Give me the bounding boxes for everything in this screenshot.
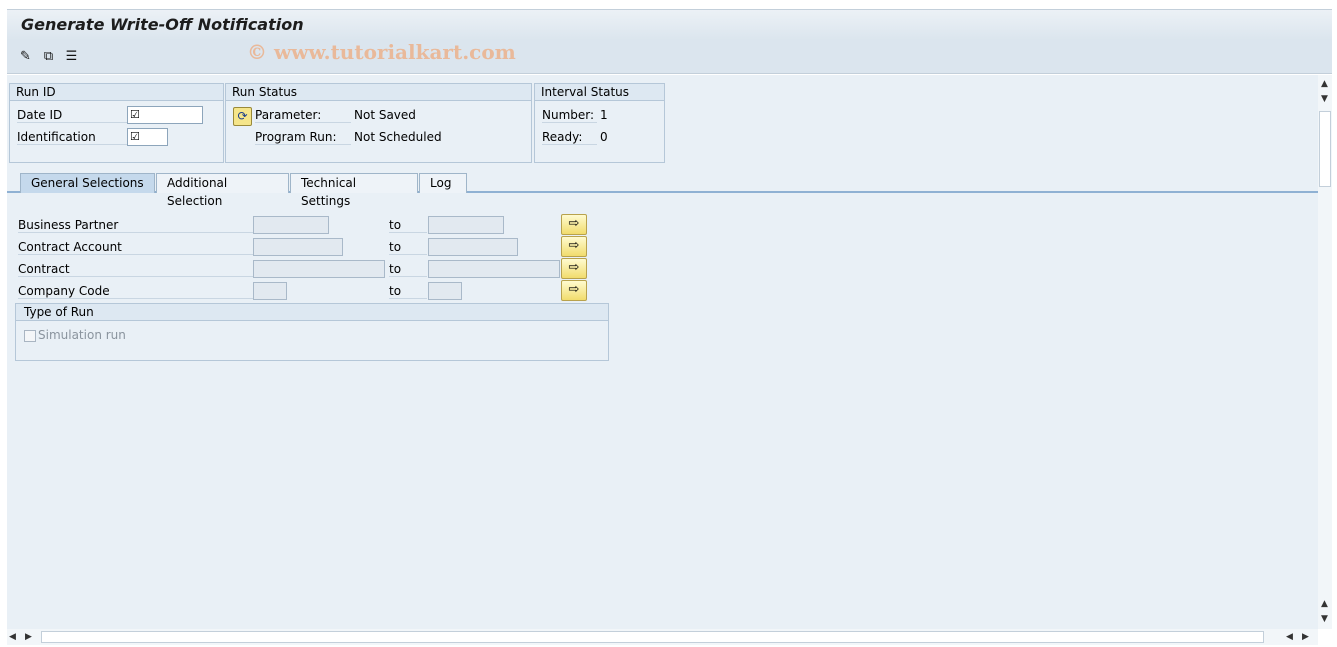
run-id-group: Run ID Date ID ☑ Identification ☑ <box>9 83 224 163</box>
main-content: Run ID Date ID ☑ Identification ☑ Run St… <box>7 75 1318 629</box>
application-toolbar: ✎ ⧉ ☰ © www.tutorialkart.com <box>7 40 1332 74</box>
contract-account-label: Contract Account <box>18 240 253 255</box>
type-of-run-header: Type of Run <box>16 304 608 321</box>
company-code-label: Company Code <box>18 284 253 299</box>
to-label: to <box>389 262 427 277</box>
company-code-from-input[interactable] <box>253 282 287 300</box>
arrow-right-icon: ⇨ <box>568 282 580 297</box>
refresh-status-button[interactable]: ⟳ <box>233 107 252 126</box>
contract-account-from-input[interactable] <box>253 238 343 256</box>
to-label: to <box>389 284 427 299</box>
arrow-right-icon: ⇨ <box>568 216 580 231</box>
parameter-value: Not Saved <box>354 108 416 122</box>
run-id-header: Run ID <box>10 84 223 101</box>
type-of-run-group: Type of Run Simulation run <box>15 303 609 361</box>
ready-label: Ready: <box>542 130 597 145</box>
scroll-up-top-icon[interactable]: ▲ <box>1321 79 1328 89</box>
horizontal-scrollbar[interactable]: ◀ ▶ ◀ ▶ <box>7 629 1318 645</box>
parameter-label: Parameter: <box>255 108 351 123</box>
run-status-group: Run Status ⟳ Parameter: Not Saved Progra… <box>225 83 532 163</box>
contract-from-input[interactable] <box>253 260 385 278</box>
title-bar: Generate Write-Off Notification <box>7 9 1332 40</box>
tab-technical-settings[interactable]: Technical Settings <box>290 173 418 208</box>
simulation-run-checkbox[interactable] <box>24 330 36 342</box>
vertical-scrollbar[interactable]: ▲ ▼ ▲ ▼ <box>1318 75 1332 629</box>
tab-log[interactable]: Log <box>419 173 467 193</box>
contract-account-to-input[interactable] <box>428 238 518 256</box>
simulation-run-label: Simulation run <box>38 328 126 342</box>
company-code-multiple-selection-button[interactable]: ⇨ <box>561 280 587 301</box>
program-run-label: Program Run: <box>255 130 351 145</box>
scroll-right-icon[interactable]: ◀ <box>1286 632 1293 642</box>
scroll-left-first-icon[interactable]: ◀ <box>9 632 16 642</box>
identification-label: Identification <box>17 130 127 145</box>
identification-field[interactable]: ☑ <box>127 128 168 146</box>
arrow-right-icon: ⇨ <box>568 260 580 275</box>
number-value: 1 <box>600 108 608 122</box>
arrow-right-icon: ⇨ <box>568 238 580 253</box>
tab-strip: General Selections Additional Selection … <box>7 171 1318 208</box>
vertical-scroll-thumb[interactable] <box>1319 111 1331 187</box>
to-label: to <box>389 218 427 233</box>
contract-account-multiple-selection-button[interactable]: ⇨ <box>561 236 587 257</box>
ready-value: 0 <box>600 130 608 144</box>
tab-additional-selection[interactable]: Additional Selection <box>156 173 289 208</box>
date-id-label: Date ID <box>17 108 127 123</box>
tab-general-selections[interactable]: General Selections <box>20 173 155 193</box>
scroll-down-bottom-icon[interactable]: ▼ <box>1321 614 1328 624</box>
program-run-value: Not Scheduled <box>354 130 442 144</box>
page-title: Generate Write-Off Notification <box>21 15 304 34</box>
copy-icon[interactable]: ⧉ <box>40 48 57 65</box>
scroll-right-last-icon[interactable]: ▶ <box>1302 632 1309 642</box>
business-partner-from-input[interactable] <box>253 216 329 234</box>
company-code-to-input[interactable] <box>428 282 462 300</box>
list-icon[interactable]: ☰ <box>63 48 80 65</box>
business-partner-label: Business Partner <box>18 218 253 233</box>
scroll-up-icon[interactable]: ▼ <box>1321 94 1328 104</box>
edit-variant-icon[interactable]: ✎ <box>17 48 34 65</box>
contract-multiple-selection-button[interactable]: ⇨ <box>561 258 587 279</box>
interval-status-group: Interval Status Number: 1 Ready: 0 <box>534 83 665 163</box>
horizontal-scroll-thumb[interactable] <box>41 631 1264 643</box>
watermark: © www.tutorialkart.com <box>247 40 516 64</box>
interval-status-header: Interval Status <box>535 84 664 101</box>
business-partner-multiple-selection-button[interactable]: ⇨ <box>561 214 587 235</box>
run-status-header: Run Status <box>226 84 531 101</box>
contract-label: Contract <box>18 262 253 277</box>
refresh-icon: ⟳ <box>237 109 248 123</box>
scroll-left-icon[interactable]: ▶ <box>25 632 32 642</box>
contract-to-input[interactable] <box>428 260 560 278</box>
scroll-down-icon[interactable]: ▲ <box>1321 599 1328 609</box>
date-id-field[interactable]: ☑ <box>127 106 203 124</box>
number-label: Number: <box>542 108 597 123</box>
to-label: to <box>389 240 427 255</box>
business-partner-to-input[interactable] <box>428 216 504 234</box>
